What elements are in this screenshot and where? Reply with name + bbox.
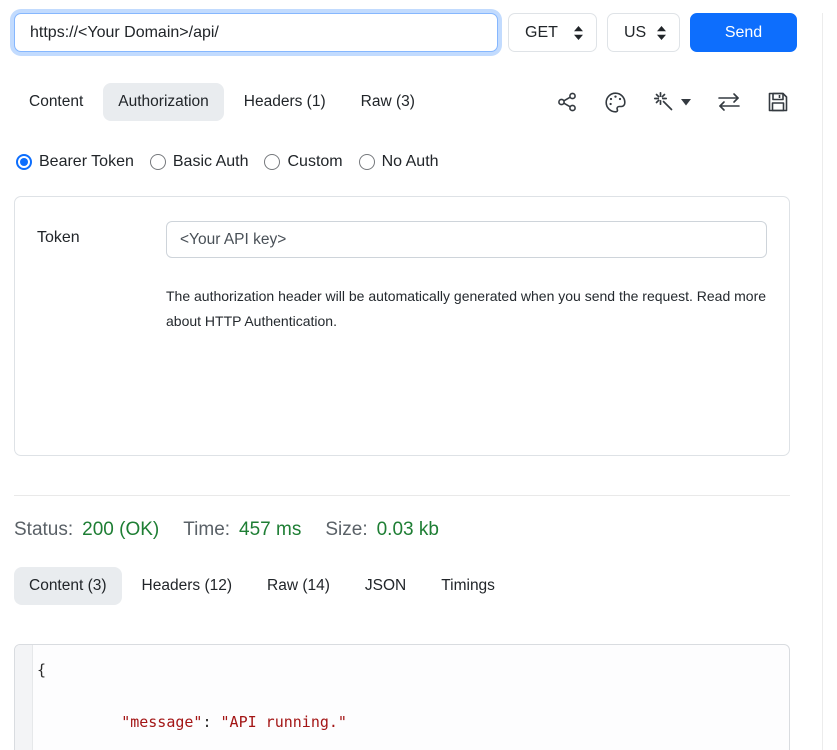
radio-bearer-token[interactable]: Bearer Token — [16, 153, 134, 171]
region-select-value: US — [624, 24, 646, 42]
select-updown-icon — [656, 25, 667, 41]
resp-tab-headers[interactable]: Headers (12) — [127, 567, 247, 605]
select-updown-icon — [573, 25, 584, 41]
toolbar-icons — [556, 91, 837, 114]
resp-tab-json[interactable]: JSON — [350, 567, 421, 605]
bearer-token-panel: Token The authorization header will be a… — [14, 196, 790, 456]
tab-headers[interactable]: Headers (1) — [229, 83, 341, 121]
status-pair: Status: 200 (OK) — [14, 519, 159, 541]
share-icon[interactable] — [556, 91, 578, 113]
radio-label: Bearer Token — [39, 153, 134, 171]
resp-tab-content[interactable]: Content (3) — [14, 567, 122, 605]
request-toolbar: GET US Send — [14, 13, 837, 52]
resp-tab-timings[interactable]: Timings — [426, 567, 510, 605]
radio-dot — [359, 154, 375, 170]
size-label: Size: — [325, 519, 367, 541]
json-value: "API running." — [221, 713, 347, 731]
tab-content[interactable]: Content — [14, 83, 98, 121]
radio-dot — [150, 154, 166, 170]
caret-down-icon — [681, 99, 691, 106]
section-divider — [14, 495, 790, 496]
palette-icon[interactable] — [604, 91, 627, 114]
region-select[interactable]: US — [607, 13, 680, 52]
time-value: 457 ms — [239, 519, 301, 541]
url-input[interactable] — [14, 13, 498, 52]
token-label: Token — [37, 221, 166, 258]
size-pair: Size: 0.03 kb — [325, 519, 439, 541]
magic-wand-icon[interactable] — [653, 91, 691, 114]
token-help-text: The authorization header will be automat… — [166, 284, 767, 334]
page-right-divider — [822, 13, 823, 750]
radio-no-auth[interactable]: No Auth — [359, 153, 439, 171]
send-button[interactable]: Send — [690, 13, 797, 52]
radio-dot — [16, 154, 32, 170]
method-select[interactable]: GET — [508, 13, 597, 52]
response-body-viewer[interactable]: { "message": "API running." } — [14, 644, 790, 750]
status-value: 200 (OK) — [82, 519, 159, 541]
tab-raw[interactable]: Raw (3) — [346, 83, 430, 121]
swap-arrows-icon[interactable] — [717, 92, 741, 112]
resp-tab-raw[interactable]: Raw (14) — [252, 567, 345, 605]
radio-dot — [264, 154, 280, 170]
response-json: { "message": "API running." } — [33, 645, 789, 750]
radio-label: Basic Auth — [173, 153, 249, 171]
radio-custom[interactable]: Custom — [264, 153, 342, 171]
time-label: Time: — [183, 519, 230, 541]
json-key: "message" — [121, 713, 202, 731]
response-tabs-row: Content (3) Headers (12) Raw (14) JSON T… — [14, 567, 837, 605]
method-select-value: GET — [525, 24, 558, 42]
json-open-brace: { — [37, 661, 46, 679]
status-label: Status: — [14, 519, 73, 541]
size-value: 0.03 kb — [377, 519, 439, 541]
response-status-row: Status: 200 (OK) Time: 457 ms Size: 0.03… — [14, 519, 837, 541]
token-input[interactable] — [166, 221, 767, 258]
code-gutter — [15, 645, 33, 750]
radio-label: Custom — [287, 153, 342, 171]
tab-authorization[interactable]: Authorization — [103, 83, 223, 121]
radio-basic-auth[interactable]: Basic Auth — [150, 153, 249, 171]
request-tabs-row: Content Authorization Headers (1) Raw (3… — [0, 83, 837, 121]
time-pair: Time: 457 ms — [183, 519, 301, 541]
auth-type-options: Bearer Token Basic Auth Custom No Auth — [16, 153, 837, 171]
save-icon[interactable] — [767, 91, 789, 113]
json-colon: : — [202, 713, 220, 731]
radio-label: No Auth — [382, 153, 439, 171]
